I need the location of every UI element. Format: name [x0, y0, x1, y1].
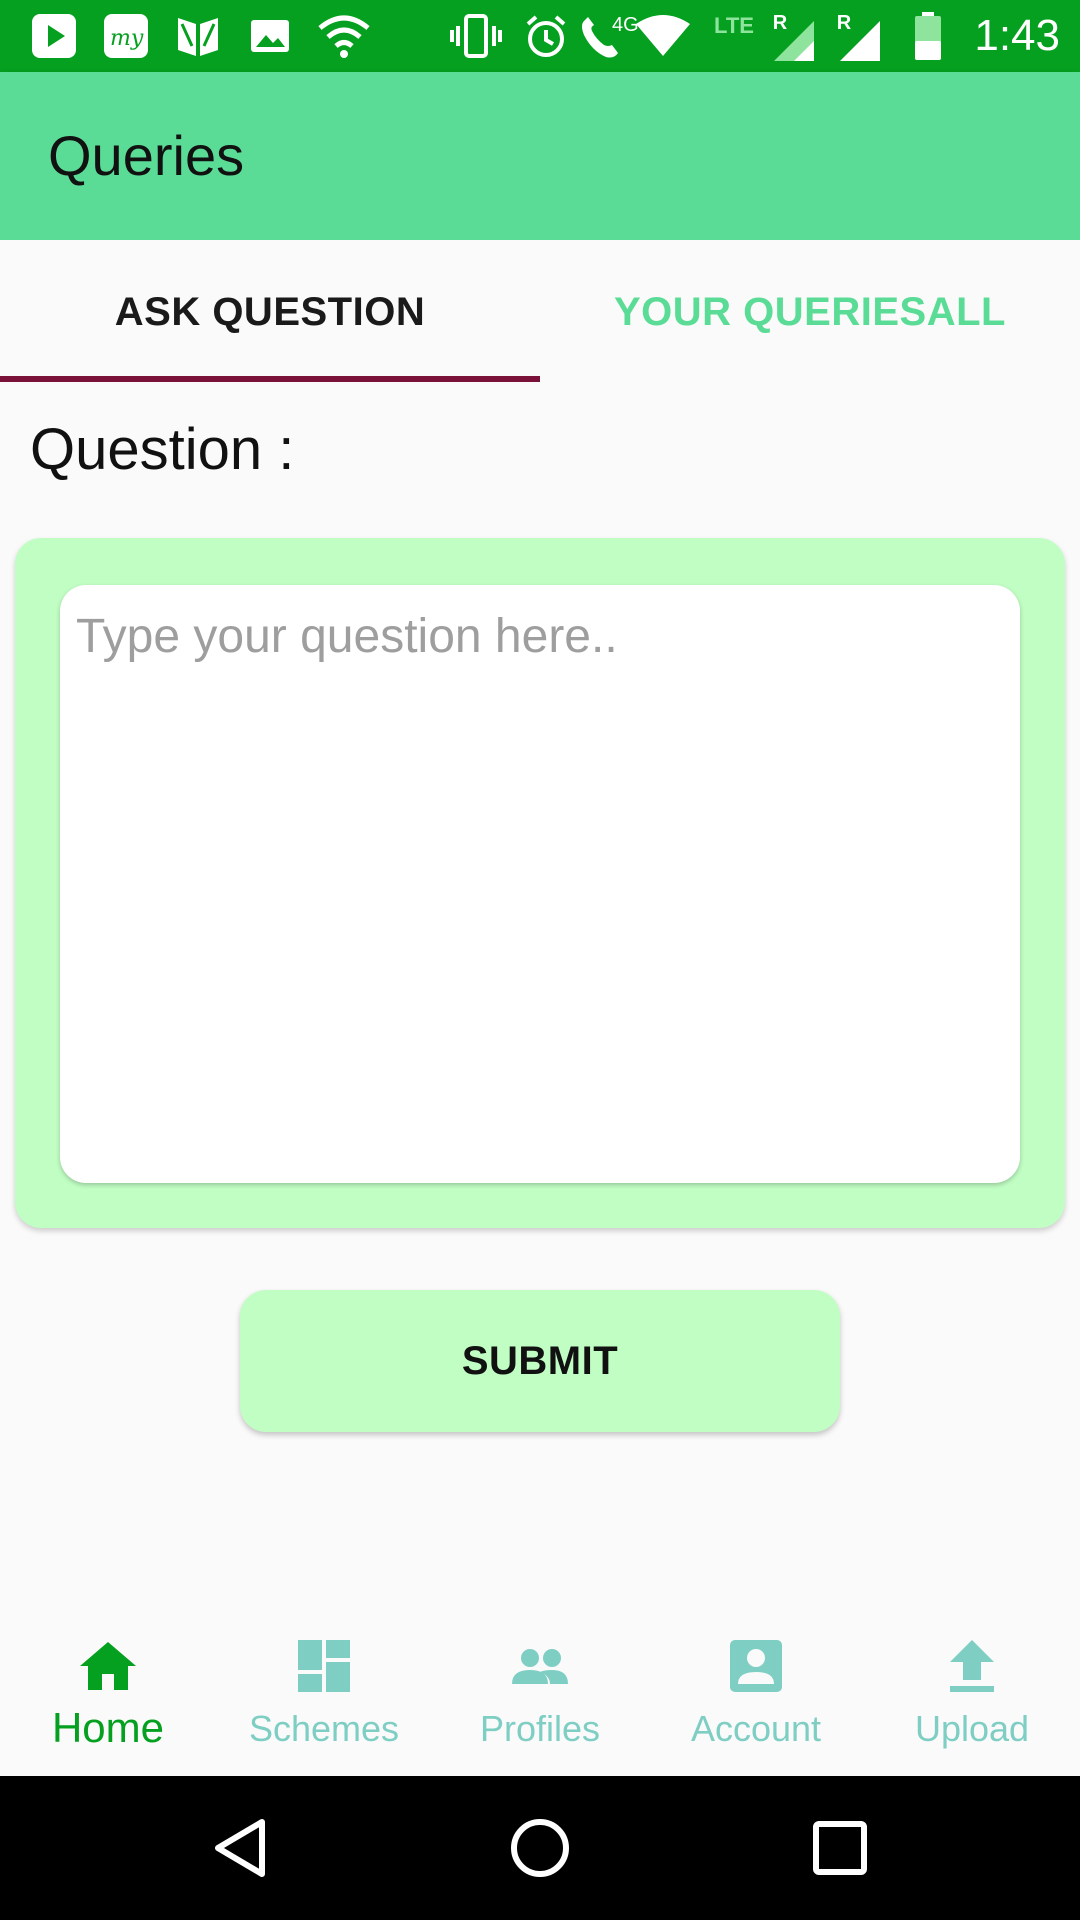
tab-indicator	[0, 376, 540, 382]
system-navigation-bar	[0, 1776, 1080, 1920]
image-icon	[244, 10, 296, 62]
back-icon[interactable]	[202, 1808, 282, 1888]
question-card	[15, 538, 1065, 1228]
nav-item-profiles[interactable]: Profiles	[432, 1612, 648, 1776]
nav-label-profiles: Profiles	[479, 1708, 601, 1749]
home-icon	[80, 1642, 136, 1690]
people-icon	[512, 1649, 568, 1684]
network-lte-label: LTE	[714, 13, 754, 38]
home-circle-icon[interactable]	[500, 1808, 580, 1888]
wifi-signal-icon	[632, 10, 694, 62]
my-app-icon: my	[98, 10, 154, 62]
nav-item-home[interactable]: Home	[0, 1612, 216, 1776]
book-icon	[170, 10, 226, 62]
dashboard-icon	[298, 1640, 350, 1692]
submit-button[interactable]: SUBMIT	[240, 1290, 840, 1432]
question-input[interactable]	[60, 585, 1020, 1183]
tab-ask-question[interactable]: ASK QUESTION	[0, 240, 540, 384]
upload-icon	[950, 1640, 994, 1692]
alarm-icon	[520, 10, 572, 62]
nav-item-schemes[interactable]: Schemes	[216, 1612, 432, 1776]
roaming-label-1: R	[772, 11, 788, 34]
account-box-icon	[730, 1640, 782, 1692]
nav-label-home: Home	[51, 1704, 165, 1751]
wifi-icon	[314, 10, 374, 62]
recents-icon[interactable]	[800, 1808, 880, 1888]
status-bar: my 4G LTE R R 1:43	[0, 0, 1080, 72]
page-title: Queries	[48, 124, 245, 187]
battery-icon	[910, 10, 946, 62]
tab-bar: ASK QUESTION YOUR QUERIESALL	[0, 240, 1080, 384]
app-bar: Queries	[0, 72, 1080, 240]
nav-label-schemes: Schemes	[248, 1708, 400, 1749]
status-time: 1:43	[974, 11, 1060, 60]
nav-item-account[interactable]: Account	[648, 1612, 864, 1776]
nav-label-account: Account	[690, 1708, 822, 1749]
nav-label-upload: Upload	[914, 1708, 1030, 1749]
tab-your-queries[interactable]: YOUR QUERIESALL	[540, 240, 1080, 384]
question-label: Question :	[30, 417, 295, 482]
play-store-icon	[26, 10, 82, 62]
roaming-label-2: R	[836, 11, 852, 34]
nav-item-upload[interactable]: Upload	[864, 1612, 1080, 1776]
vibrate-icon	[446, 10, 506, 62]
bottom-navigation: Home Schemes Profiles Account Upload	[0, 1612, 1080, 1776]
svg-text:my: my	[110, 26, 144, 51]
